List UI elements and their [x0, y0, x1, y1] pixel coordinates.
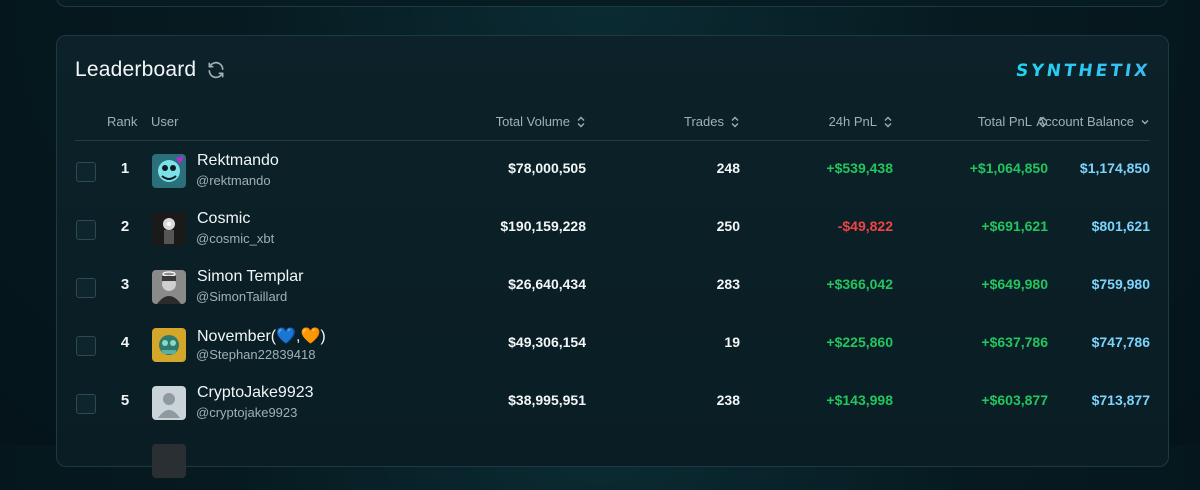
user-handle[interactable]: @rektmando [196, 173, 271, 188]
trades: 248 [716, 160, 740, 176]
trades: 19 [724, 334, 740, 350]
user-name[interactable]: Cosmic [197, 210, 250, 228]
leaderboard-title: Leaderboard [75, 58, 197, 81]
rank-value: 2 [120, 218, 130, 235]
row-checkbox[interactable] [76, 162, 96, 182]
user-handle[interactable]: @cryptojake9923 [196, 405, 297, 420]
total-volume: $38,995,951 [508, 392, 586, 408]
leaderboard-panel: Leaderboard SYNTHETIX Rank User Total Vo… [56, 35, 1169, 478]
row-checkbox[interactable] [76, 336, 96, 356]
pnl-24h: +$539,438 [826, 160, 893, 176]
user-handle[interactable]: @Stephan22839418 [196, 347, 315, 362]
table-row[interactable]: 3 Simon Templar @SimonTaillard $26,640,4… [75, 258, 1150, 316]
total-volume: $190,159,228 [500, 218, 586, 234]
sort-icon [577, 116, 585, 127]
user-name[interactable]: Rektmando [197, 152, 279, 170]
user-handle[interactable]: @SimonTaillard [196, 289, 287, 304]
sort-icon [731, 116, 739, 127]
leaderboard-header: Leaderboard [75, 58, 226, 82]
pnl-24h: +$143,998 [826, 392, 893, 408]
column-total-volume[interactable]: Total Volume [496, 114, 586, 129]
total-volume: $49,306,154 [508, 334, 586, 350]
avatar [152, 328, 186, 362]
pnl-24h: +$225,860 [826, 334, 893, 350]
account-balance: $801,621 [1091, 218, 1150, 234]
user-name[interactable]: Simon Templar [197, 268, 303, 286]
column-account-balance[interactable]: Account Balance [1036, 114, 1150, 129]
total-pnl: +$649,980 [981, 276, 1048, 292]
row-checkbox[interactable] [76, 394, 96, 414]
avatar [152, 212, 186, 246]
rank-value: 4 [120, 334, 130, 351]
pnl-24h: +$366,042 [826, 276, 893, 292]
user-name[interactable]: CryptoJake9923 [197, 384, 314, 402]
row-checkbox[interactable] [76, 278, 96, 298]
total-pnl: +$691,621 [981, 218, 1048, 234]
table-header: Rank User Total Volume Trades 24h PnL To… [75, 108, 1150, 141]
total-pnl: +$603,877 [981, 392, 1048, 408]
avatar [152, 386, 186, 420]
total-volume: $26,640,434 [508, 276, 586, 292]
column-24h-pnl[interactable]: 24h PnL [829, 114, 893, 129]
chevron-down-icon [1141, 119, 1149, 124]
top-card [56, 0, 1168, 7]
column-user: User [151, 114, 179, 129]
account-balance: $747,786 [1091, 334, 1150, 350]
user-name[interactable]: November(💙,🧡) [197, 326, 326, 346]
rank-value: 5 [120, 392, 130, 409]
refresh-icon[interactable] [206, 60, 226, 80]
total-pnl: +$1,064,850 [969, 160, 1048, 176]
table-row[interactable] [75, 432, 1150, 490]
avatar [152, 270, 186, 304]
table-row[interactable]: 5 CryptoJake9923 @cryptojake9923 $38,995… [75, 374, 1150, 432]
total-pnl: +$637,786 [981, 334, 1048, 350]
rank-value: 3 [120, 276, 130, 293]
table-row[interactable]: 2 Cosmic @cosmic_xbt $190,159,228 250 -$… [75, 200, 1150, 258]
account-balance: $713,877 [1091, 392, 1150, 408]
column-trades[interactable]: Trades [684, 114, 740, 129]
account-balance: $759,980 [1091, 276, 1150, 292]
account-balance: $1,174,850 [1079, 160, 1150, 176]
avatar [152, 444, 186, 478]
sort-icon [884, 116, 892, 127]
column-rank: Rank [107, 114, 138, 129]
total-volume: $78,000,505 [508, 160, 586, 176]
table-row[interactable]: 4 November(💙,🧡) @Stephan22839418 $49,306… [75, 316, 1150, 374]
pnl-24h: -$49,822 [837, 218, 893, 234]
trades: 238 [716, 392, 740, 408]
rank-value: 1 [120, 160, 130, 177]
trades: 283 [716, 276, 740, 292]
user-handle[interactable]: @cosmic_xbt [196, 231, 274, 246]
avatar [152, 154, 186, 188]
row-checkbox[interactable] [76, 220, 96, 240]
trades: 250 [716, 218, 740, 234]
synthetix-logo: SYNTHETIX [1014, 61, 1152, 81]
table-row[interactable]: 1 Rektmando @rektmando $78,000,505 248 +… [75, 142, 1150, 200]
